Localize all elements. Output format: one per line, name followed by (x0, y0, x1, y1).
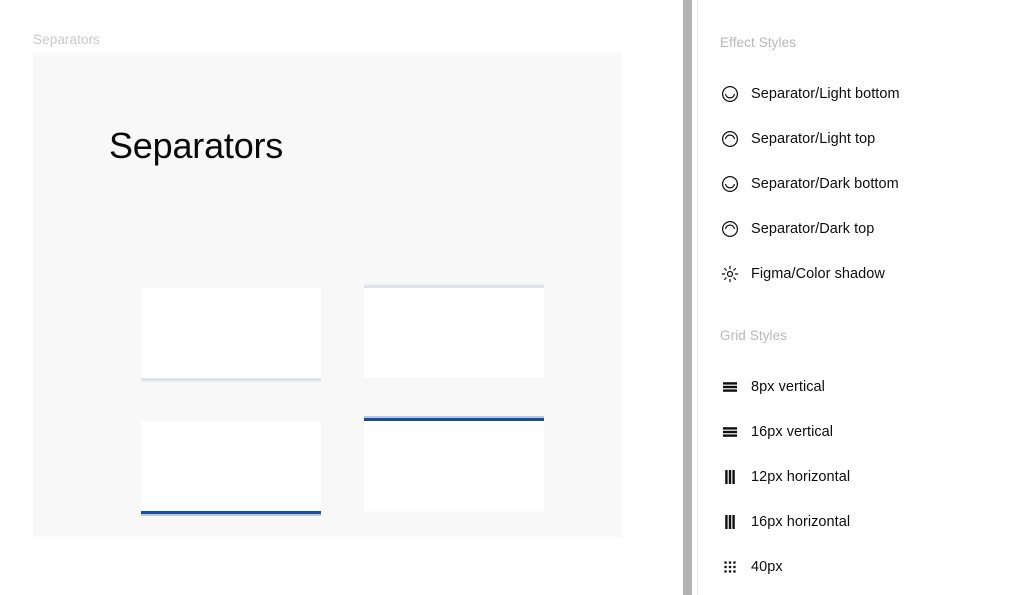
effect-arc-bottom-icon (720, 84, 740, 104)
rows-grid-icon (720, 422, 740, 442)
section-title-effect-styles: Effect Styles (720, 35, 797, 50)
style-row-separator-light-top[interactable]: Separator/Light top (712, 124, 1012, 154)
style-label: 16px horizontal (751, 513, 851, 530)
style-row-8px-vertical[interactable]: 8px vertical (712, 372, 1012, 402)
figma-styles-screen: Separators Separators Effect Styles Sepa… (0, 0, 1024, 595)
card-separator-light-bottom[interactable] (141, 288, 321, 383)
frame-label[interactable]: Separators (33, 31, 100, 48)
styles-panel: Effect Styles Separator/Light bottom Sep… (698, 0, 1024, 595)
style-label: 8px vertical (751, 378, 825, 395)
columns-grid-icon (720, 512, 740, 532)
design-canvas[interactable]: Separators Separators (0, 0, 683, 595)
effect-arc-top-icon (720, 219, 740, 239)
effect-arc-bottom-icon (720, 174, 740, 194)
style-label: 16px vertical (751, 423, 834, 440)
style-row-figma-color-shadow[interactable]: Figma/Color shadow (712, 259, 1012, 289)
style-row-12px-horizontal[interactable]: 12px horizontal (712, 462, 1012, 492)
style-label: Separator/Light top (751, 130, 876, 147)
canvas-vertical-scrollbar[interactable] (683, 0, 692, 595)
separator-light-top-line (364, 283, 544, 288)
style-row-separator-dark-bottom[interactable]: Separator/Dark bottom (712, 169, 1012, 199)
dot-grid-icon (720, 557, 740, 577)
style-label: Separator/Dark bottom (751, 175, 899, 192)
style-label: Separator/Light bottom (751, 85, 900, 102)
style-label: 12px horizontal (751, 468, 851, 485)
effect-arc-top-icon (720, 129, 740, 149)
style-row-16px-horizontal[interactable]: 16px horizontal (712, 507, 1012, 537)
separator-dark-bottom-line (141, 511, 321, 516)
style-row-separator-light-bottom[interactable]: Separator/Light bottom (712, 79, 1012, 109)
frame-heading: Separators (109, 125, 284, 166)
columns-grid-icon (720, 467, 740, 487)
card-separator-light-top[interactable] (364, 283, 544, 378)
separator-dark-top-line (364, 416, 544, 421)
style-row-40px[interactable]: 40px (712, 552, 1012, 582)
style-label: Figma/Color shadow (751, 265, 885, 282)
sun-burst-icon (720, 264, 740, 284)
section-title-grid-styles: Grid Styles (720, 328, 788, 343)
card-separator-dark-bottom[interactable] (141, 421, 321, 516)
style-label: Separator/Dark top (751, 220, 875, 237)
style-row-separator-dark-top[interactable]: Separator/Dark top (712, 214, 1012, 244)
rows-grid-icon (720, 377, 740, 397)
style-label: 40px (751, 558, 783, 575)
card-separator-dark-top[interactable] (364, 416, 544, 511)
style-row-16px-vertical[interactable]: 16px vertical (712, 417, 1012, 447)
separators-frame[interactable]: Separators (33, 53, 622, 537)
separator-light-bottom-line (141, 378, 321, 383)
